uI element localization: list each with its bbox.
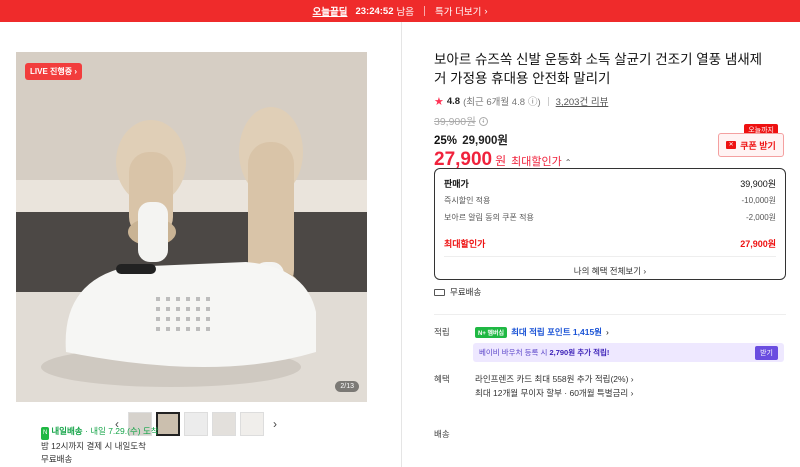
divider bbox=[434, 314, 786, 315]
divider bbox=[547, 96, 549, 106]
delivery-info: N 내일배송 · 내일 7.29.(수) 도착 밤 12시까지 결제 시 내일도착… bbox=[41, 425, 159, 466]
free-shipping-row: 무료배송 bbox=[434, 286, 481, 298]
deal-brand: 오늘끝딜 bbox=[312, 7, 348, 18]
rating-row: ★ 4.8 (최근 6개월 4.8 ⓘ) 3,203건 리뷰 bbox=[434, 94, 786, 109]
voucher-get-button[interactable]: 받기 bbox=[755, 345, 778, 360]
benefits-label: 혜택 bbox=[434, 374, 450, 384]
truck-icon bbox=[434, 288, 445, 296]
coupon-button[interactable]: ✕ 쿠폰 받기 bbox=[718, 133, 784, 157]
voucher-text-a: 베이비 바우처 등록 시 bbox=[479, 348, 550, 357]
breakdown-label: 보아르 알림 동의 쿠폰 적용 bbox=[444, 213, 534, 222]
next-arrow-icon[interactable]: › bbox=[268, 417, 282, 431]
live-badge[interactable]: LIVE 진행중 › bbox=[25, 63, 82, 80]
points-text: 최대 적립 포인트 1,415원 bbox=[511, 327, 602, 337]
points-row[interactable]: N+ 멤버십 최대 적립 포인트 1,415원 › bbox=[475, 326, 609, 338]
final-price-unit: 원 bbox=[495, 154, 507, 168]
breakdown-row: 판매가 39,900원 bbox=[444, 175, 776, 192]
rating-sub: (최근 6개월 4.8 bbox=[463, 97, 525, 108]
card-benefit-text: 라인프렌즈 카드 최대 558원 추가 적립(2%) bbox=[475, 374, 629, 384]
star-icon: ★ bbox=[434, 95, 444, 108]
chevron-right-icon: › bbox=[606, 327, 609, 337]
product-main-image[interactable]: LIVE 진행중 › 2/13 bbox=[16, 52, 367, 402]
breakdown-value: -2,000원 bbox=[745, 213, 776, 222]
coupon-icon: ✕ bbox=[726, 141, 737, 149]
deal-banner: 오늘끝딜 23:24:52 남음 특가 더보기 › bbox=[0, 0, 800, 22]
divider bbox=[423, 6, 425, 16]
voucher-banner: 베이비 바우처 등록 시 2,790원 추가 적립! 받기 bbox=[473, 343, 784, 362]
column-divider bbox=[401, 22, 402, 467]
thumbnail[interactable] bbox=[184, 412, 208, 436]
points-label: 적립 bbox=[434, 327, 450, 337]
image-counter: 2/13 bbox=[335, 381, 359, 392]
installment-text: 최대 12개월 무이자 할부 · 60개월 특별금리 bbox=[475, 388, 629, 398]
delivery-label: 배송 bbox=[434, 429, 450, 439]
breakdown-value: 39,900원 bbox=[740, 179, 776, 189]
sale-percent: 25% bbox=[434, 135, 458, 147]
installment-line[interactable]: 최대 12개월 무이자 할부 · 60개월 특별금리 › bbox=[475, 387, 633, 399]
more-deals-link[interactable]: 특가 더보기 › bbox=[434, 4, 488, 19]
chevron-right-icon: › bbox=[484, 5, 488, 17]
product-title: 보아르 슈즈쏙 신발 운동화 소독 살균기 건조기 열풍 냄새제거 가정용 휴대… bbox=[434, 52, 763, 86]
divider bbox=[444, 256, 776, 257]
live-badge-label: LIVE 진행중 bbox=[30, 67, 73, 76]
shoe-dryer-illustration bbox=[16, 52, 367, 402]
breakdown-value: -10,000원 bbox=[741, 196, 777, 205]
breakdown-label: 판매가 bbox=[444, 179, 469, 189]
price-breakdown-box: 판매가 39,900원 즉시할인 적용 -10,000원 보아르 알림 동의 쿠… bbox=[434, 168, 786, 280]
original-price: 39,900원 bbox=[434, 116, 476, 128]
sale-price: 29,900원 bbox=[462, 135, 508, 147]
original-price-row: 39,900원 i bbox=[434, 114, 786, 129]
all-benefits-link[interactable]: 나의 혜택 전체보기 › bbox=[444, 265, 776, 277]
thumbnail[interactable] bbox=[212, 412, 236, 436]
review-count-link[interactable]: 3,203건 리뷰 bbox=[556, 94, 609, 108]
delivery-date: · 내일 7.29.(수) 도착 bbox=[85, 426, 159, 436]
voucher-text: 베이비 바우처 등록 시 2,790원 추가 적립! bbox=[479, 347, 609, 358]
coupon-label: 쿠폰 받기 bbox=[740, 140, 776, 151]
delivery-line-3: 무료배송 bbox=[41, 454, 73, 464]
voucher-text-b: 2,790원 추가 적립! bbox=[549, 348, 610, 357]
thumbnail[interactable] bbox=[156, 412, 180, 436]
info-icon[interactable]: i bbox=[478, 117, 488, 126]
info-icon[interactable]: ⓘ) bbox=[528, 94, 541, 108]
deal-timer: 23:24:52 bbox=[355, 5, 394, 17]
max-discount-label: 최대할인가 bbox=[444, 239, 486, 249]
thumbnail[interactable] bbox=[240, 412, 264, 436]
max-discount-row: 최대할인가 27,900원 bbox=[444, 235, 776, 252]
max-discount-value: 27,900원 bbox=[740, 239, 776, 249]
deal-timer-suffix: 남음 bbox=[396, 7, 414, 18]
delivery-line-2: 밤 12시까지 결제 시 내일도착 bbox=[41, 441, 146, 451]
breakdown-row: 보아르 알림 동의 쿠폰 적용 -2,000원 bbox=[444, 209, 776, 226]
n-badge: N bbox=[41, 427, 50, 440]
fast-delivery: 내일배송 bbox=[51, 426, 83, 436]
all-benefits-label: 나의 혜택 전체보기 bbox=[573, 266, 642, 276]
final-price-label: 최대할인가 bbox=[511, 156, 562, 168]
card-benefit-line[interactable]: 라인프렌즈 카드 최대 558원 추가 적립(2%) › bbox=[475, 373, 634, 385]
delivery-line-1: N 내일배송 · 내일 7.29.(수) 도착 bbox=[41, 425, 159, 440]
product-info-panel: 보아르 슈즈쏙 신발 운동화 소독 살균기 건조기 열풍 냄새제거 가정용 휴대… bbox=[434, 50, 786, 439]
breakdown-label: 즉시할인 적용 bbox=[444, 196, 491, 205]
chevron-up-icon[interactable]: ⌃ bbox=[565, 158, 572, 167]
rating-score: 4.8 bbox=[446, 95, 461, 107]
npay-membership-badge: N+ 멤버십 bbox=[475, 326, 508, 338]
free-shipping-label: 무료배송 bbox=[450, 287, 482, 297]
breakdown-row: 즉시할인 적용 -10,000원 bbox=[444, 192, 776, 209]
more-deals-label: 특가 더보기 bbox=[434, 7, 482, 18]
